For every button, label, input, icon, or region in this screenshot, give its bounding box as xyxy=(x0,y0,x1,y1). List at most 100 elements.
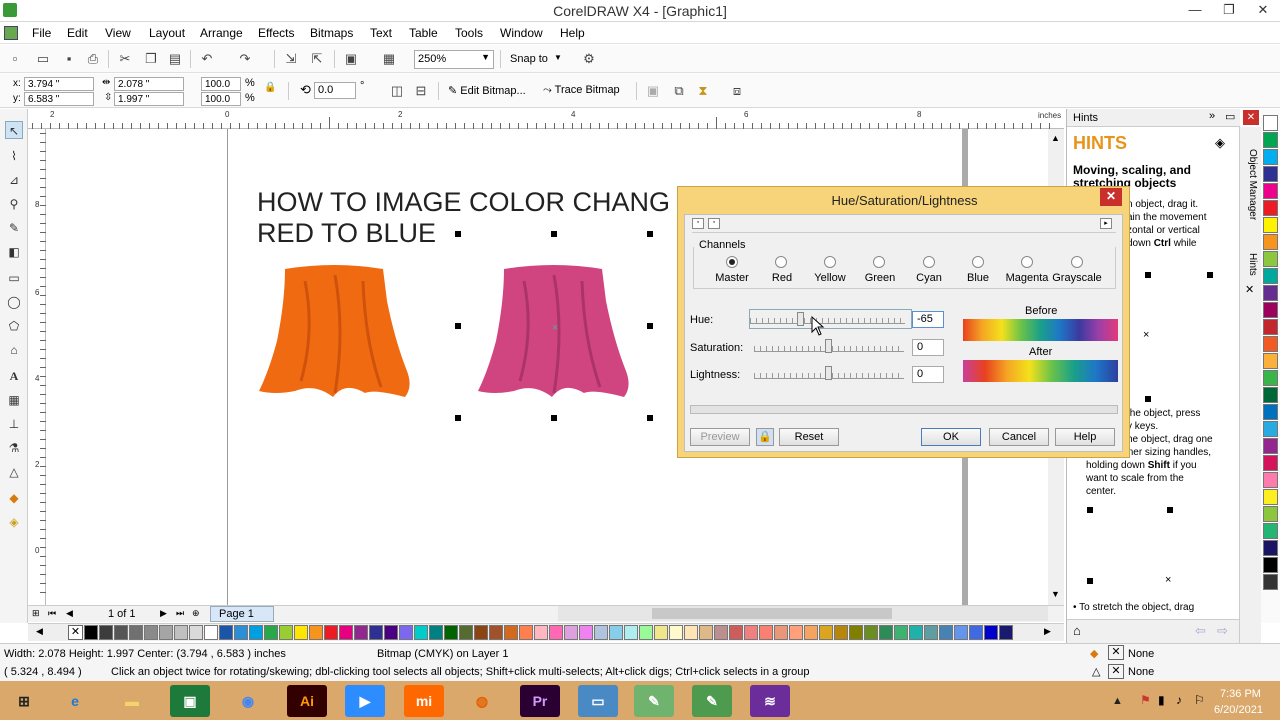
palette-swatch[interactable] xyxy=(444,625,458,640)
saturation-value-field[interactable]: 0 xyxy=(912,339,944,356)
palette-swatch[interactable] xyxy=(1263,404,1278,420)
outline-tool-icon[interactable]: △ xyxy=(5,463,23,481)
palette-swatch[interactable] xyxy=(1263,217,1278,233)
palette-swatch[interactable] xyxy=(729,625,743,640)
menu-window[interactable]: Window xyxy=(500,26,543,40)
fill-tool-icon[interactable]: ◆ xyxy=(5,489,23,507)
mirror-horizontal-icon[interactable]: ◫ xyxy=(388,82,406,100)
menu-effects[interactable]: Effects xyxy=(258,26,294,40)
palette-swatch[interactable] xyxy=(654,625,668,640)
preview-button[interactable]: Preview xyxy=(690,428,750,446)
ok-button[interactable]: OK xyxy=(921,428,981,446)
palette-swatch[interactable] xyxy=(1263,285,1278,301)
channel-green-radio[interactable] xyxy=(873,256,885,268)
palette-swatch[interactable] xyxy=(819,625,833,640)
palette-swatch[interactable] xyxy=(519,625,533,640)
horizontal-scroll-thumb[interactable] xyxy=(652,608,892,619)
palette-swatch[interactable] xyxy=(1263,353,1278,369)
snap-to-dropdown-icon[interactable]: ▼ xyxy=(554,53,562,62)
outline-none-swatch[interactable]: ✕ xyxy=(1108,664,1124,679)
selection-handle[interactable] xyxy=(551,231,557,237)
split-preview-icon[interactable]: ▫ xyxy=(692,218,704,229)
open-icon[interactable]: ▭ xyxy=(34,50,52,68)
to-back-icon[interactable]: ⧈ xyxy=(728,82,746,100)
palette-swatch[interactable] xyxy=(114,625,128,640)
redo-icon[interactable]: ↷ xyxy=(236,50,254,68)
channel-yellow-radio[interactable] xyxy=(824,256,836,268)
basic-shapes-tool-icon[interactable]: ⌂ xyxy=(5,341,23,359)
forward-icon[interactable]: ⇨ xyxy=(1217,623,1228,639)
menu-tools[interactable]: Tools xyxy=(455,26,483,40)
saturation-slider-thumb[interactable] xyxy=(825,339,832,353)
palette-swatch[interactable] xyxy=(1263,506,1278,522)
palette-swatch[interactable] xyxy=(789,625,803,640)
palette-swatch[interactable] xyxy=(849,625,863,640)
palette-swatch[interactable] xyxy=(339,625,353,640)
palette-swatch[interactable] xyxy=(1263,183,1278,199)
chrome-icon[interactable]: ◉ xyxy=(228,685,268,717)
menu-layout[interactable]: Layout xyxy=(149,26,185,40)
dialog-close-button[interactable]: ✕ xyxy=(1100,188,1122,206)
palette-swatch[interactable] xyxy=(1263,234,1278,250)
minimize-button[interactable]: — xyxy=(1178,0,1212,21)
close-docker-icon[interactable]: ✕ xyxy=(1245,283,1254,296)
palette-swatch[interactable] xyxy=(669,625,683,640)
width-field[interactable]: 2.078 " xyxy=(114,77,184,91)
palette-swatch[interactable] xyxy=(1263,421,1278,437)
menu-edit[interactable]: Edit xyxy=(67,26,88,40)
print-icon[interactable]: ⎙ xyxy=(84,50,102,68)
illustrator-icon[interactable]: Ai xyxy=(287,685,327,717)
palette-swatch[interactable] xyxy=(1263,149,1278,165)
x-position-field[interactable]: 3.794 " xyxy=(24,77,94,91)
scroll-up-icon[interactable]: ▲ xyxy=(1051,133,1060,143)
palette-swatch[interactable] xyxy=(294,625,308,640)
cancel-button[interactable]: Cancel xyxy=(989,428,1049,446)
import-icon[interactable]: ⇲ xyxy=(282,50,300,68)
palette-swatch[interactable] xyxy=(234,625,248,640)
palette-swatch[interactable] xyxy=(579,625,593,640)
zoom-tool-icon[interactable]: ⚲ xyxy=(5,195,23,213)
palette-swatch[interactable] xyxy=(984,625,998,640)
network-icon[interactable]: ⚑ xyxy=(1140,693,1151,707)
palette-swatch[interactable] xyxy=(1263,540,1278,556)
lightness-value-field[interactable]: 0 xyxy=(912,366,944,383)
palette-swatch[interactable] xyxy=(1263,438,1278,454)
palette-swatch[interactable] xyxy=(474,625,488,640)
menu-view[interactable]: View xyxy=(105,26,131,40)
photo-viewer-icon[interactable]: ▭ xyxy=(578,685,618,717)
channel-blue-radio[interactable] xyxy=(972,256,984,268)
palette-swatch[interactable] xyxy=(1263,166,1278,182)
palette-swatch[interactable] xyxy=(324,625,338,640)
options-icon[interactable]: ⚙ xyxy=(580,50,598,68)
palette-swatch[interactable] xyxy=(624,625,638,640)
palette-swatch[interactable] xyxy=(699,625,713,640)
palette-swatch[interactable] xyxy=(504,625,518,640)
volume-icon[interactable]: ♪ xyxy=(1176,693,1182,707)
coreldraw-2-taskbar-icon[interactable]: ✎ xyxy=(692,685,732,717)
palette-swatch[interactable] xyxy=(459,625,473,640)
dialog-menu-icon[interactable]: ▸ xyxy=(1100,218,1112,229)
scale-y-field[interactable]: 100.0 xyxy=(201,92,241,106)
clock-date[interactable]: 6/20/2021 xyxy=(1214,704,1263,716)
selection-handle[interactable] xyxy=(647,415,653,421)
channel-cyan-radio[interactable] xyxy=(923,256,935,268)
table-tool-icon[interactable]: ▦ xyxy=(5,391,23,409)
back-icon[interactable]: ⇦ xyxy=(1195,623,1206,639)
clock-time[interactable]: 7:36 PM xyxy=(1220,688,1261,700)
lock-preview-icon[interactable]: 🔒 xyxy=(756,428,774,446)
palette-swatch[interactable] xyxy=(129,625,143,640)
palette-swatch[interactable] xyxy=(414,625,428,640)
tray-show-hidden-icon[interactable]: ▲ xyxy=(1112,695,1123,707)
document-icon[interactable] xyxy=(4,26,18,40)
freehand-tool-icon[interactable]: ✎ xyxy=(5,219,23,237)
canvas-heading[interactable]: HOW TO IMAGE COLOR CHANG RED TO BLUE xyxy=(257,187,670,249)
palette-swatch[interactable] xyxy=(684,625,698,640)
palette-swatch[interactable] xyxy=(1263,319,1278,335)
application-launcher-icon[interactable]: ▣ xyxy=(342,50,360,68)
copy-icon[interactable]: ❐ xyxy=(142,50,160,68)
bitmap-color-mask-icon[interactable]: ⧗ xyxy=(694,82,712,100)
palette-swatch[interactable] xyxy=(609,625,623,640)
welcome-screen-icon[interactable]: ▦ xyxy=(380,50,398,68)
palette-swatch[interactable] xyxy=(384,625,398,640)
next-page-icon[interactable]: ▶ xyxy=(160,608,167,619)
